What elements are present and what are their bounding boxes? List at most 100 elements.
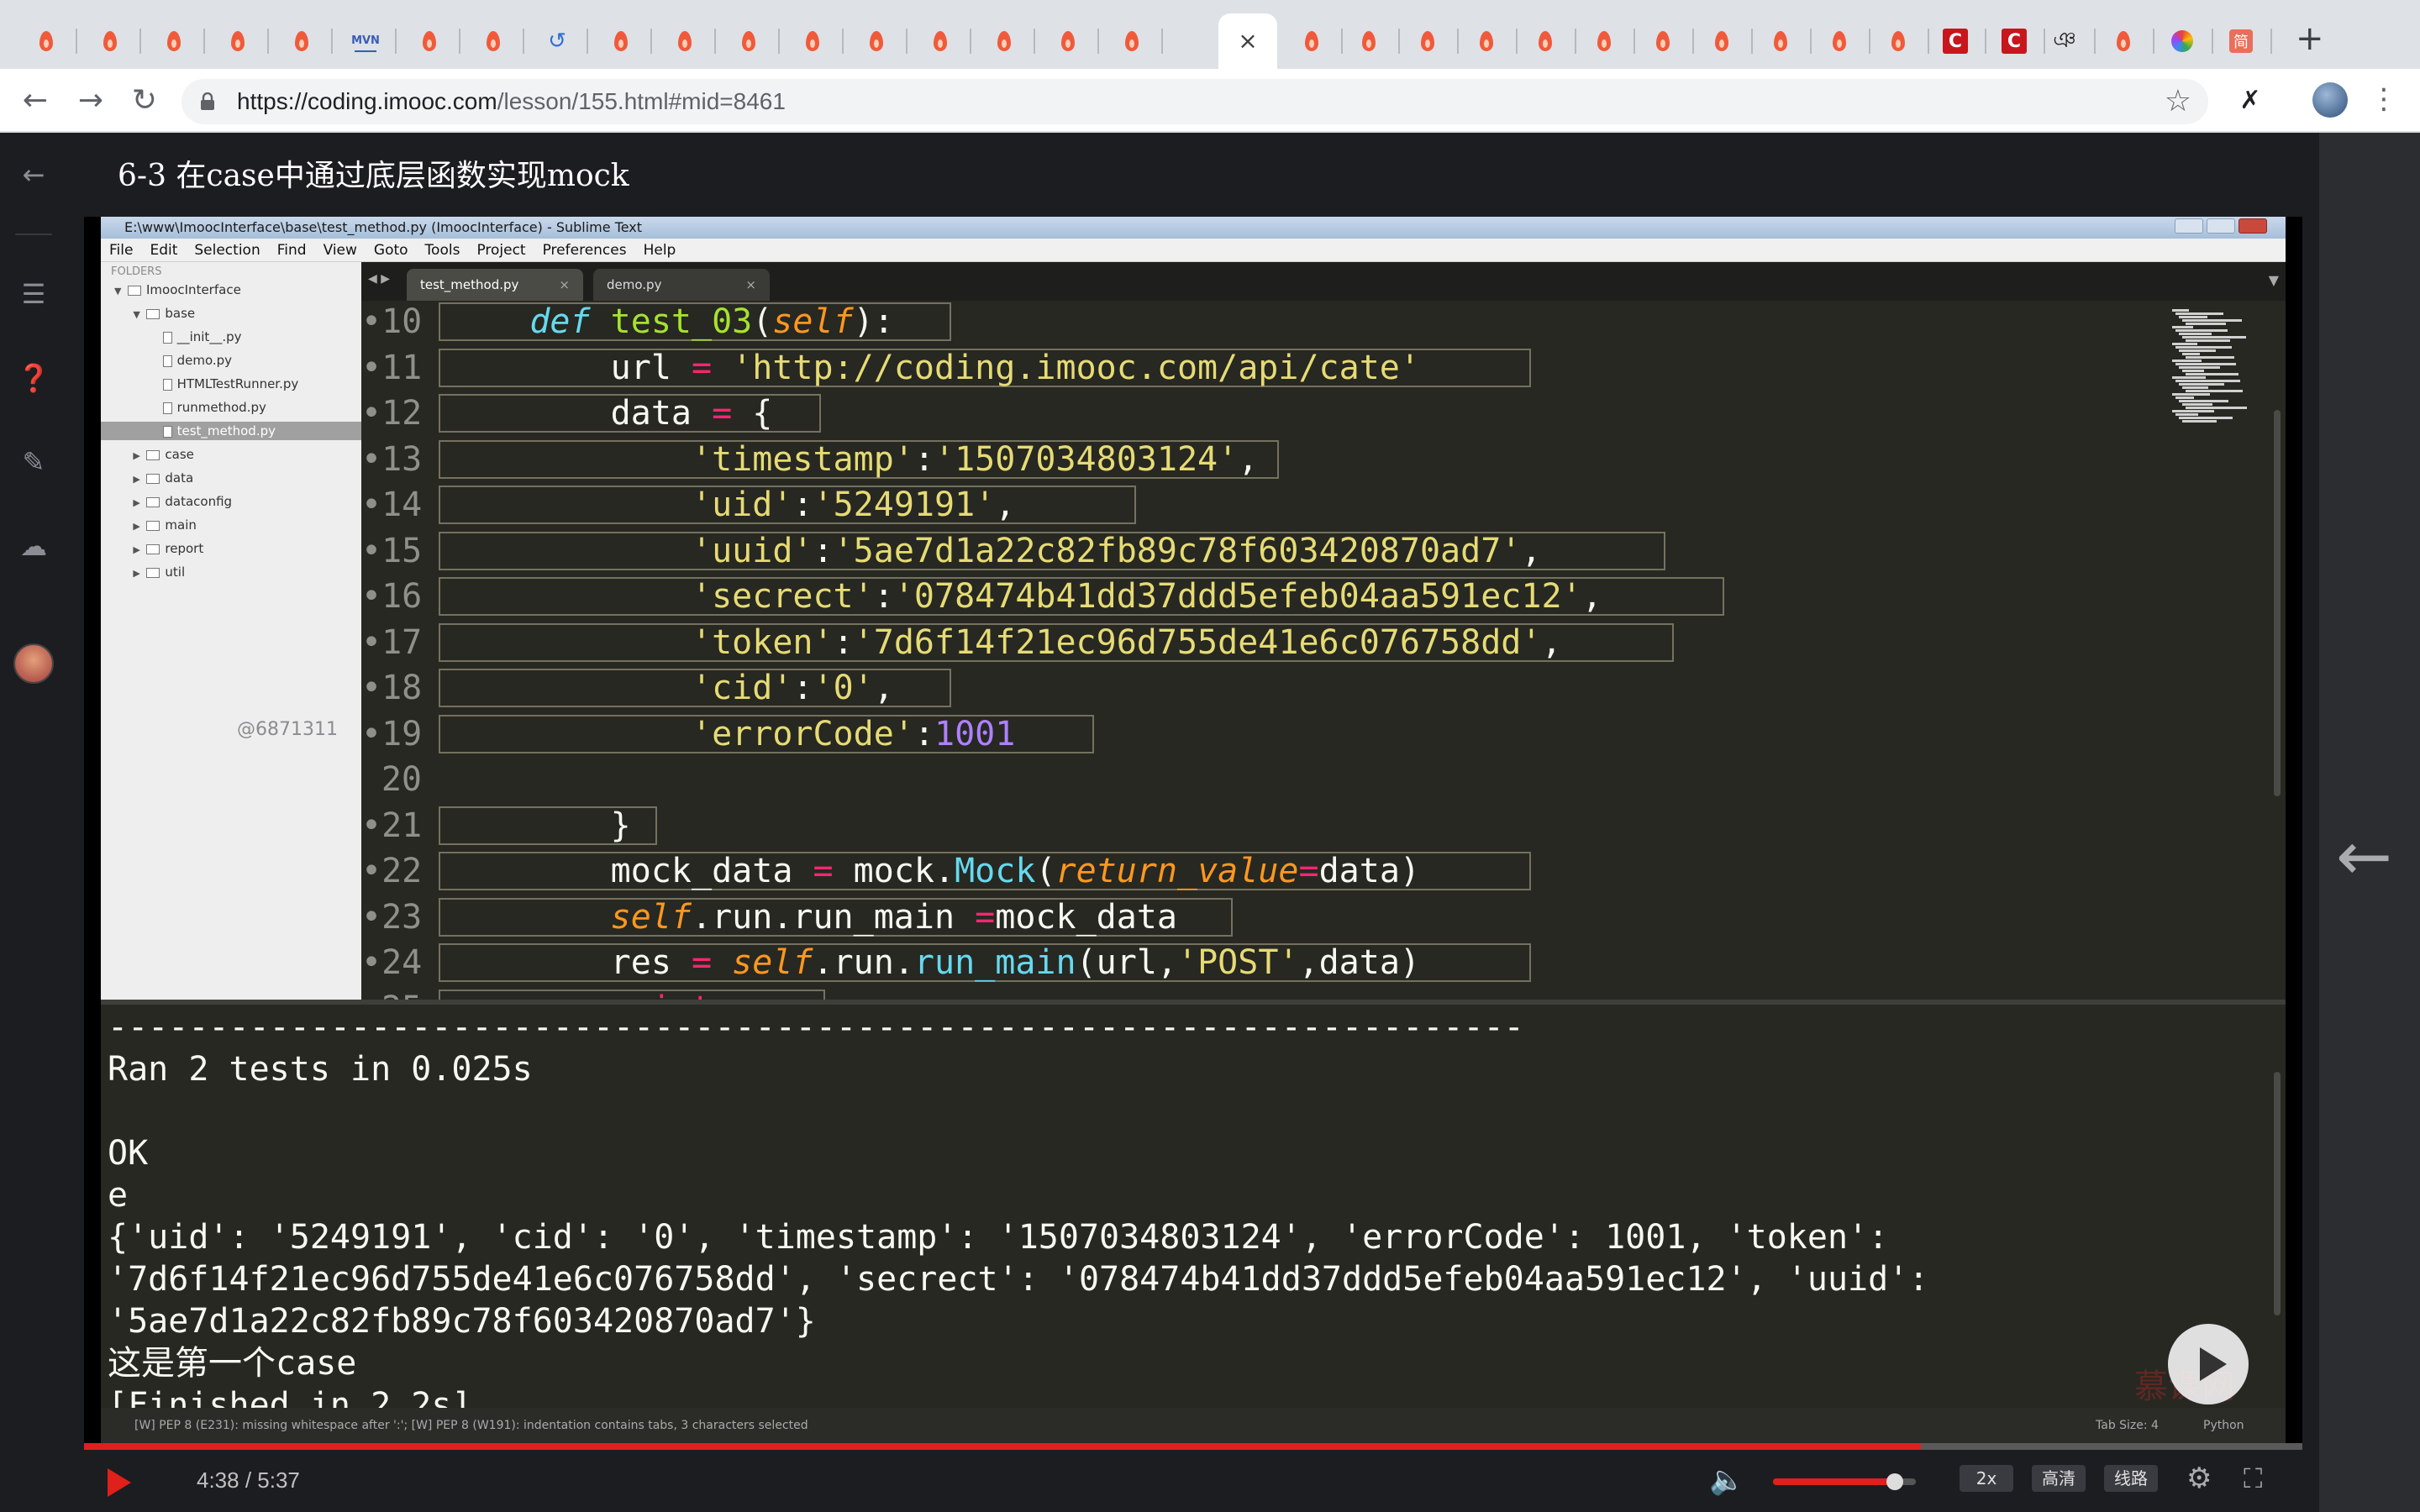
output-line: '5ae7d1a22c82fb89c78f603420870ad7'} (108, 1302, 816, 1341)
extension-icon[interactable]: ✗ (2232, 82, 2269, 119)
big-play-button[interactable] (2168, 1324, 2249, 1404)
tab-separator (267, 29, 269, 54)
quality-button[interactable]: 高清 (2032, 1465, 2086, 1492)
collapse-arrow-icon[interactable]: ← (2336, 823, 2392, 890)
browser-tab[interactable] (973, 13, 1035, 69)
browser-tab[interactable] (1867, 13, 1929, 69)
browser-tab[interactable] (654, 13, 716, 69)
flame-shape (295, 31, 308, 51)
bookmark-star-icon[interactable]: ☆ (2165, 84, 2191, 119)
video-player[interactable]: E:\www\ImoocInterface\base\test_method.p… (84, 217, 2302, 1443)
browser-tab[interactable] (1808, 13, 1870, 69)
flame-shape (167, 31, 181, 51)
code-line: •13 'timestamp':'1507034803124', (361, 438, 2244, 480)
editor-tab-label: demo.py (607, 277, 662, 292)
browser-tab[interactable]: ↺ (526, 13, 588, 69)
back-arrow-icon[interactable]: ← (17, 158, 50, 192)
flame-shape (487, 31, 500, 51)
browser-tab[interactable] (1632, 13, 1694, 69)
fullscreen-icon[interactable]: ⛶ (2244, 1463, 2262, 1494)
browser-tab[interactable] (1691, 13, 1753, 69)
browser-tab[interactable]: 简 (2210, 13, 2272, 69)
address-bar[interactable]: https://coding.imooc.com/lesson/155.html… (182, 79, 2208, 124)
browser-tab[interactable] (1281, 13, 1343, 69)
folder-icon (146, 449, 160, 460)
back-icon[interactable]: ← (17, 82, 54, 119)
close-icon[interactable]: × (1237, 29, 1259, 53)
code-text: 'secrect':'078474b41dd37ddd5efeb04aa591e… (691, 577, 1602, 616)
imooc-flame-icon (1770, 30, 1791, 52)
browser-tab[interactable] (79, 13, 141, 69)
speed-button[interactable]: 2x (1960, 1465, 2013, 1492)
profile-avatar[interactable] (2312, 82, 2348, 118)
browser-toolbar: ← → ↻ https://coding.imooc.com/lesson/15… (0, 69, 2420, 133)
line-number-text: 23 (381, 897, 423, 937)
imooc-flame-icon (993, 30, 1015, 52)
folder-icon (128, 285, 141, 296)
line-number: •11 (361, 347, 422, 389)
lesson-title: 6-3 在case中通过底层函数实现mock (118, 159, 629, 193)
reload-icon[interactable]: ↻ (126, 82, 163, 119)
new-tab-button[interactable]: + (2296, 22, 2324, 55)
browser-tab[interactable] (590, 13, 652, 69)
fold-marker: • (361, 439, 382, 479)
browser-tab[interactable] (1514, 13, 1576, 69)
file-item: __init__.py (101, 328, 361, 346)
folder-item: ▶ case (101, 445, 361, 464)
browser-tab[interactable] (1037, 13, 1099, 69)
browser-tab[interactable]: MVN (334, 13, 397, 69)
settings-gear-icon[interactable]: ⚙ (2186, 1463, 2212, 1494)
line-button[interactable]: 线路 (2104, 1465, 2158, 1492)
user-avatar[interactable] (13, 643, 54, 684)
browser-tab[interactable] (1455, 13, 1518, 69)
browser-tab[interactable] (398, 13, 460, 69)
play-button[interactable] (108, 1468, 131, 1497)
volume-knob[interactable] (1886, 1473, 1903, 1490)
browser-tab[interactable] (15, 13, 77, 69)
code-text: 'timestamp':'1507034803124', (691, 439, 1259, 479)
chapter-list-icon[interactable]: ☰ (17, 277, 50, 311)
fold-marker: • (361, 622, 382, 662)
browser-tab[interactable] (143, 13, 205, 69)
fold-marker: • (361, 897, 382, 937)
browser-tab[interactable] (462, 13, 524, 69)
tab-separator (331, 29, 333, 54)
video-progress-bar[interactable] (84, 1443, 2302, 1450)
minimap-line (2172, 360, 2202, 362)
imooc-flame-icon (738, 30, 760, 52)
line-number: •18 (361, 667, 422, 709)
browser-tab[interactable] (845, 13, 908, 69)
sublime-tabstrip: ◀ ▶ test_method.py × demo.py × ▼ (361, 262, 2286, 301)
browser-tab[interactable] (1573, 13, 1635, 69)
browser-tab[interactable]: ঞ (2033, 13, 2096, 69)
browser-tab[interactable] (2151, 13, 2213, 69)
browser-tab[interactable]: C (1924, 13, 1986, 69)
editor-scrollbar (2274, 410, 2281, 796)
browser-tab[interactable] (1101, 13, 1163, 69)
browser-tab[interactable] (2092, 13, 2154, 69)
browser-tab[interactable] (1338, 13, 1400, 69)
file-icon (162, 402, 172, 414)
notes-pencil-icon[interactable]: ✎ (17, 445, 50, 479)
browser-tab[interactable] (781, 13, 844, 69)
browser-tab[interactable] (909, 13, 971, 69)
syntax-name: Python (2203, 1419, 2244, 1432)
script-icon: ঞ (2053, 28, 2076, 53)
cloud-icon[interactable]: ☁ (17, 529, 50, 563)
browser-menu-icon[interactable]: ⋮ (2370, 81, 2398, 118)
code-line: •23 self.run.run_main =mock_data (361, 896, 2244, 938)
question-icon[interactable]: ❓ (17, 361, 50, 395)
forward-icon[interactable]: → (72, 82, 109, 119)
browser-tab[interactable]: × (1218, 13, 1277, 69)
volume-slider[interactable] (1773, 1473, 1916, 1490)
imooc-flame-icon (1417, 30, 1439, 52)
browser-tab[interactable] (207, 13, 269, 69)
browser-tab[interactable] (718, 13, 780, 69)
tab-separator (459, 29, 460, 54)
browser-tab[interactable] (1397, 13, 1459, 69)
tab-separator (842, 29, 844, 54)
imooc-flame-icon (2112, 30, 2134, 52)
browser-tab[interactable] (271, 13, 333, 69)
browser-tab[interactable] (1749, 13, 1812, 69)
volume-icon[interactable]: 🔈 (1709, 1465, 1744, 1495)
